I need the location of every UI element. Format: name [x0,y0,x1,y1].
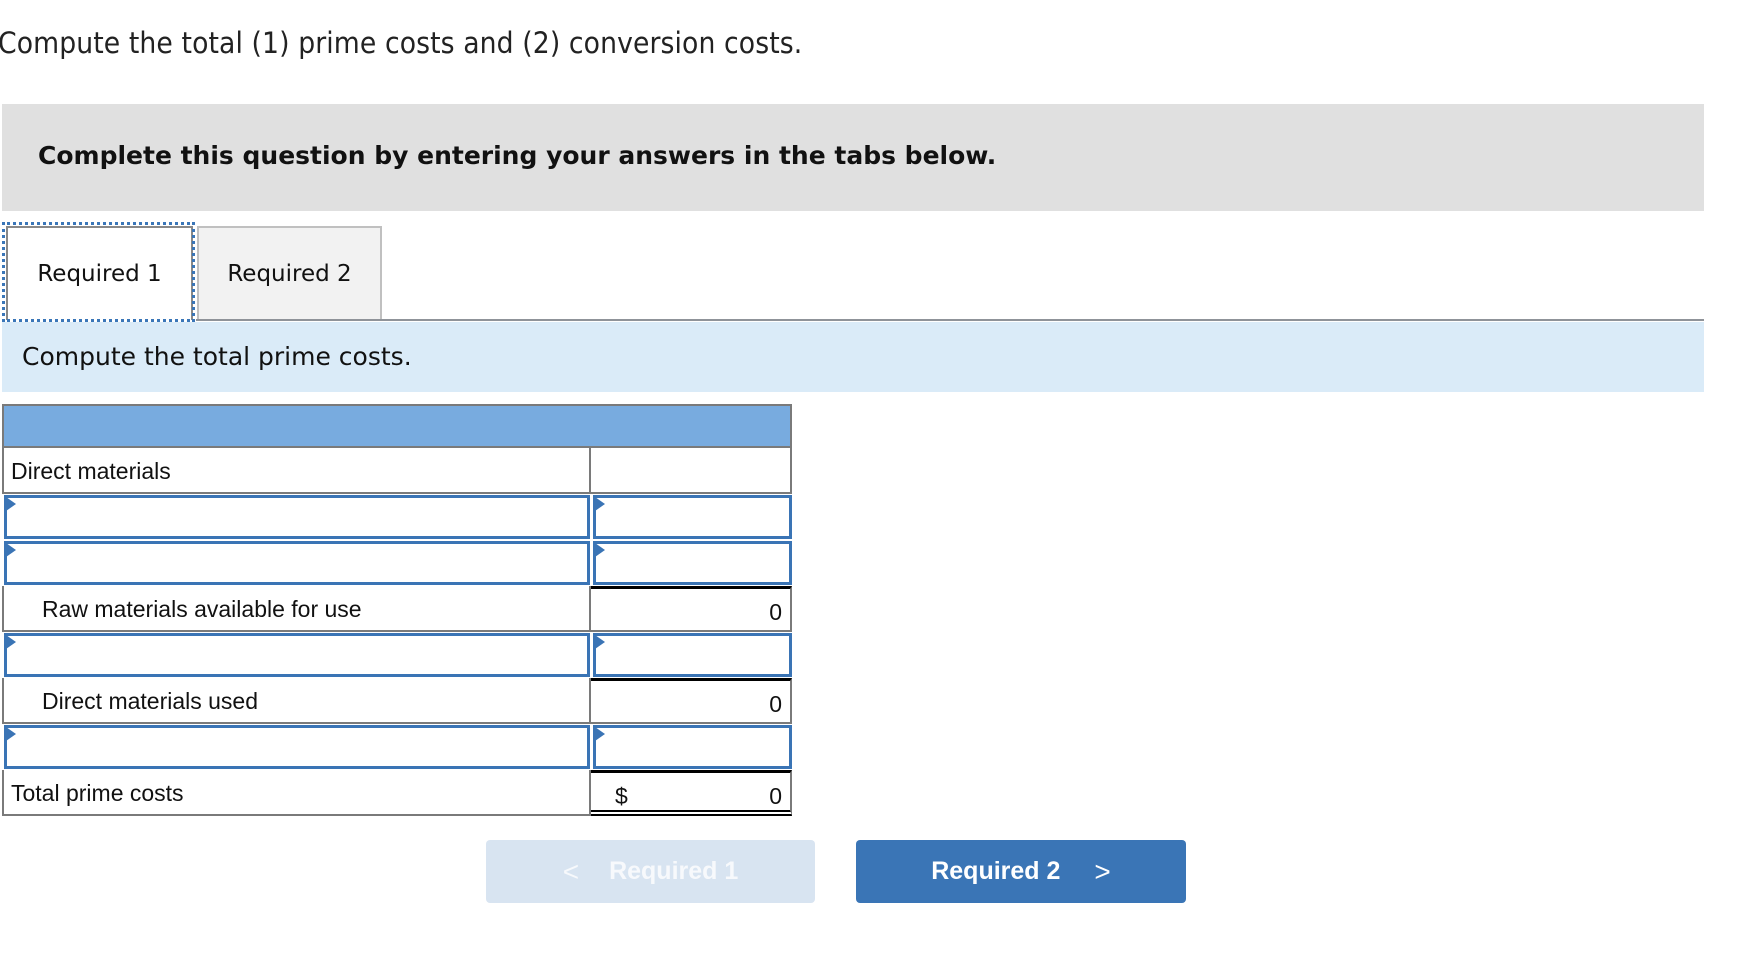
tab-divider [196,319,1704,321]
amount-field[interactable] [593,541,792,585]
instructions-banner: Complete this question by entering your … [2,104,1704,211]
dropdown-marker-icon [6,543,16,557]
value-cell [591,448,792,494]
table-row [2,494,792,540]
table-row-total: Total prime costs $ 0 [2,770,792,816]
total-value-cell: $ 0 [591,770,792,816]
total-prime-costs-value: 0 [769,783,782,809]
amount-input[interactable] [596,728,789,766]
input-marker-icon [595,497,606,511]
dropdown-marker-icon [6,497,16,511]
table-row: Raw materials available for use 0 [2,586,792,632]
input-marker-icon [595,727,606,741]
account-dropdown[interactable] [4,495,591,539]
label-cell: Total prime costs [2,770,591,816]
tab-label: Required 2 [227,261,352,287]
dropdown-marker-icon [6,635,16,649]
account-dropdown[interactable] [4,725,591,769]
input-marker-icon [595,543,606,557]
amount-field[interactable] [593,725,792,769]
chevron-right-icon: > [1094,855,1111,887]
table-row [2,724,792,770]
tab-label: Required 1 [37,261,162,287]
instruction-bar: Compute the total prime costs. [2,322,1704,392]
next-button-label: Required 2 [931,857,1061,885]
value-cell: 0 [591,678,792,724]
tab-bar: Required 1 Required 2 [2,222,1704,322]
table-row [2,632,792,678]
value-cell: 0 [591,586,792,632]
instruction-text: Compute the total prime costs. [22,342,412,371]
label-cell: Direct materials [2,448,591,494]
table-row [2,540,792,586]
table-row: Direct materials [2,448,792,494]
input-marker-icon [595,635,606,649]
currency-symbol: $ [615,783,628,809]
account-input[interactable] [7,728,588,766]
prev-required-button[interactable]: < Required 1 [486,840,815,903]
row-label: Total prime costs [11,780,184,806]
computed-value: 0 [769,599,782,625]
account-input[interactable] [7,636,588,674]
next-required-button[interactable]: Required 2 > [856,840,1186,903]
dropdown-marker-icon [6,727,16,741]
amount-field[interactable] [593,633,792,677]
worksheet-header [2,404,792,448]
prime-costs-worksheet: Direct materials Raw materials available… [2,404,792,816]
account-input[interactable] [7,544,588,582]
account-input[interactable] [7,498,588,536]
prev-button-label: Required 1 [609,857,739,885]
amount-input[interactable] [596,544,789,582]
amount-input[interactable] [596,636,789,674]
row-label: Raw materials available for use [42,596,362,622]
banner-text: Complete this question by entering your … [38,141,997,170]
amount-input[interactable] [596,498,789,536]
row-label: Direct materials [11,458,171,484]
chevron-left-icon: < [562,855,580,887]
tab-required-2[interactable]: Required 2 [197,226,382,320]
amount-field[interactable] [593,495,792,539]
row-label: Direct materials used [42,688,259,714]
table-row: Direct materials used 0 [2,678,792,724]
account-dropdown[interactable] [4,541,591,585]
computed-value: 0 [769,691,782,717]
account-dropdown[interactable] [4,633,591,677]
label-cell: Direct materials used [2,678,591,724]
question-prompt: Compute the total (1) prime costs and (2… [0,26,803,60]
tab-required-1[interactable]: Required 1 [6,226,193,320]
label-cell: Raw materials available for use [2,586,591,632]
